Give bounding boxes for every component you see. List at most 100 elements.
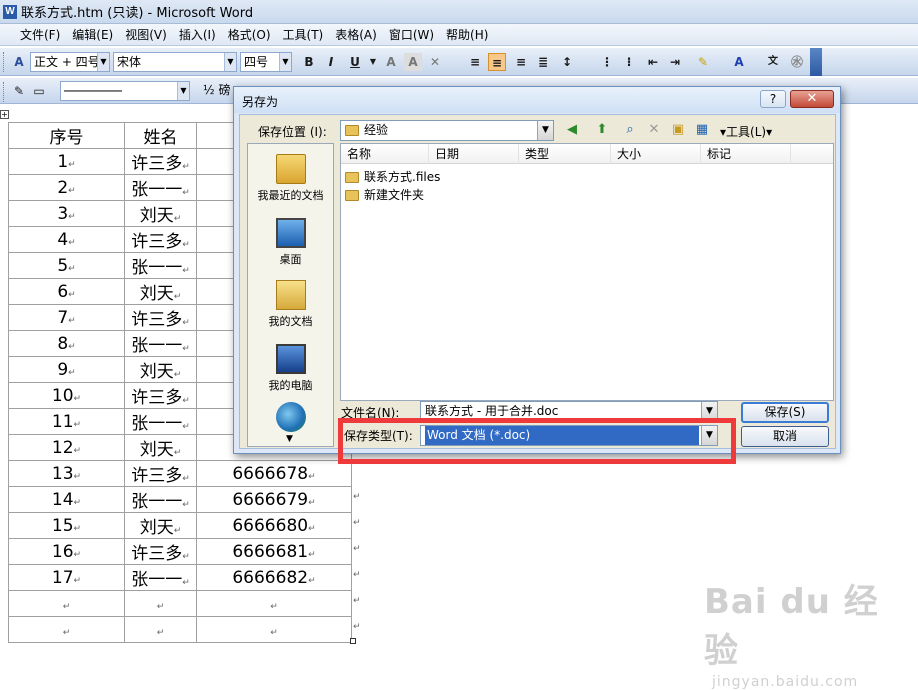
table-cell[interactable]: 1↵ — [8, 148, 125, 175]
place-network[interactable] — [248, 402, 333, 435]
table-cell[interactable]: 许三多↵ — [124, 226, 197, 253]
menu-format[interactable]: 格式(O) — [222, 25, 277, 45]
menu-window[interactable]: 窗口(W) — [383, 25, 440, 45]
char-border-icon[interactable]: A — [382, 53, 400, 71]
size-combo[interactable]: 四号 ▼ — [240, 52, 292, 72]
underline-button[interactable]: U — [346, 53, 364, 71]
font-combo[interactable]: 宋体 ▼ — [113, 52, 237, 72]
style-combo[interactable]: 正文 + 四号 ▼ — [30, 52, 110, 72]
table-cell[interactable]: 张一一↵ — [124, 252, 197, 279]
table-move-handle[interactable]: + — [0, 110, 9, 119]
table-cell[interactable]: 许三多↵ — [124, 460, 197, 487]
column-name[interactable]: 名称 — [341, 144, 429, 164]
chevron-down-icon[interactable]: ▼ — [224, 53, 236, 71]
table-cell[interactable]: 6666678↵ — [196, 460, 352, 487]
table-cell[interactable]: 张一一↵ — [124, 408, 197, 435]
phonetic-guide-icon[interactable]: 文 — [764, 53, 782, 71]
table-cell[interactable]: 张一一↵ — [124, 330, 197, 357]
align-right-icon[interactable]: ≡ — [512, 53, 530, 71]
line-spacing-icon[interactable]: ↕ — [558, 53, 576, 71]
table-cell[interactable]: 许三多↵ — [124, 304, 197, 331]
table-cell[interactable]: ↵ — [124, 616, 197, 643]
menu-table[interactable]: 表格(A) — [329, 25, 383, 45]
column-size[interactable]: 大小 — [611, 144, 701, 164]
decrease-indent-icon[interactable]: ⇤ — [644, 53, 662, 71]
table-cell[interactable]: 6666682↵ — [196, 564, 352, 591]
chevron-down-icon[interactable]: ▼ — [537, 121, 553, 140]
font-color-icon[interactable]: A — [730, 53, 748, 71]
tools-menu[interactable]: ▾工具(L)▾ — [720, 123, 772, 140]
highlight-icon[interactable]: ✎ — [694, 53, 712, 71]
draw-table-icon[interactable]: ✎ — [10, 82, 28, 100]
table-cell[interactable]: 13↵ — [8, 460, 125, 487]
column-tags[interactable]: 标记 — [701, 144, 791, 164]
place-desktop[interactable]: 桌面 — [248, 218, 333, 267]
cancel-button[interactable]: 取消 — [741, 426, 829, 447]
menu-edit[interactable]: 编辑(E) — [66, 25, 119, 45]
align-left-icon[interactable]: ≡ — [466, 53, 484, 71]
table-cell[interactable]: 16↵ — [8, 538, 125, 565]
delete-icon[interactable]: ✕ — [644, 120, 664, 140]
styles-pane-icon[interactable]: A — [10, 53, 28, 71]
file-item[interactable]: 新建文件夹 — [345, 186, 424, 204]
search-web-icon[interactable]: ⌕ — [620, 120, 640, 140]
bold-button[interactable]: B — [300, 53, 318, 71]
table-cell[interactable]: 5↵ — [8, 252, 125, 279]
help-button[interactable]: ? — [760, 90, 786, 108]
numbering-icon[interactable]: ⋮ — [598, 53, 616, 71]
table-cell[interactable]: ↵ — [124, 590, 197, 617]
file-item[interactable]: 联系方式.files — [345, 168, 440, 186]
save-in-combo[interactable]: 经验 ▼ — [340, 120, 554, 141]
enclose-char-icon[interactable]: ㊌ — [788, 53, 806, 71]
table-cell[interactable]: ↵ — [8, 590, 125, 617]
align-center-icon[interactable]: ≡ — [488, 53, 506, 71]
table-cell[interactable]: 序号 — [8, 122, 125, 149]
table-cell[interactable]: 6↵ — [8, 278, 125, 305]
char-scale-icon[interactable]: ✕ — [426, 53, 444, 71]
table-cell[interactable]: 6666679↵ — [196, 486, 352, 513]
increase-indent-icon[interactable]: ⇥ — [666, 53, 684, 71]
table-cell[interactable]: 刘天↵ — [124, 434, 197, 461]
table-cell[interactable]: 3↵ — [8, 200, 125, 227]
scroll-down-icon[interactable]: ▼ — [286, 434, 293, 444]
table-cell[interactable]: 14↵ — [8, 486, 125, 513]
underline-dropdown-icon[interactable]: ▼ — [364, 53, 382, 71]
menu-insert[interactable]: 插入(I) — [173, 25, 222, 45]
table-cell[interactable]: 4↵ — [8, 226, 125, 253]
menu-file[interactable]: 文件(F) — [14, 25, 66, 45]
table-cell[interactable]: ↵ — [196, 616, 352, 643]
table-cell[interactable]: 15↵ — [8, 512, 125, 539]
table-cell[interactable]: 6666681↵ — [196, 538, 352, 565]
toolbar-grip[interactable] — [3, 52, 6, 72]
table-cell[interactable]: 12↵ — [8, 434, 125, 461]
justify-icon[interactable]: ≣ — [534, 53, 552, 71]
table-cell[interactable]: 刘天↵ — [124, 512, 197, 539]
column-type[interactable]: 类型 — [519, 144, 611, 164]
table-cell[interactable]: 许三多↵ — [124, 148, 197, 175]
line-style-combo[interactable]: ──────── ▼ — [60, 81, 190, 101]
table-resize-handle[interactable] — [350, 638, 356, 644]
chevron-down-icon[interactable]: ▼ — [97, 53, 109, 71]
save-button[interactable]: 保存(S) — [741, 402, 829, 423]
table-cell[interactable]: 张一一↵ — [124, 174, 197, 201]
new-folder-icon[interactable]: ▣ — [668, 120, 688, 140]
table-cell[interactable]: 17↵ — [8, 564, 125, 591]
chevron-down-icon[interactable]: ▼ — [177, 82, 189, 100]
char-shading-icon[interactable]: A — [404, 53, 422, 71]
up-folder-icon[interactable]: ⬆ — [592, 120, 612, 140]
menu-view[interactable]: 视图(V) — [119, 25, 173, 45]
table-cell[interactable]: 10↵ — [8, 382, 125, 409]
table-cell[interactable]: 9↵ — [8, 356, 125, 383]
chevron-down-icon[interactable]: ▼ — [279, 53, 291, 71]
place-recent[interactable]: 我最近的文档 — [248, 154, 333, 203]
back-icon[interactable]: ◀ — [562, 120, 582, 140]
table-cell[interactable]: 刘天↵ — [124, 278, 197, 305]
table-cell[interactable]: 张一一↵ — [124, 486, 197, 513]
table-cell[interactable]: 7↵ — [8, 304, 125, 331]
table-cell[interactable]: 2↵ — [8, 174, 125, 201]
bullets-icon[interactable]: ⁝ — [620, 53, 638, 71]
menu-tools[interactable]: 工具(T) — [277, 25, 330, 45]
table-cell[interactable]: ↵ — [8, 616, 125, 643]
table-cell[interactable]: ↵ — [196, 590, 352, 617]
table-cell[interactable]: 张一一↵ — [124, 564, 197, 591]
